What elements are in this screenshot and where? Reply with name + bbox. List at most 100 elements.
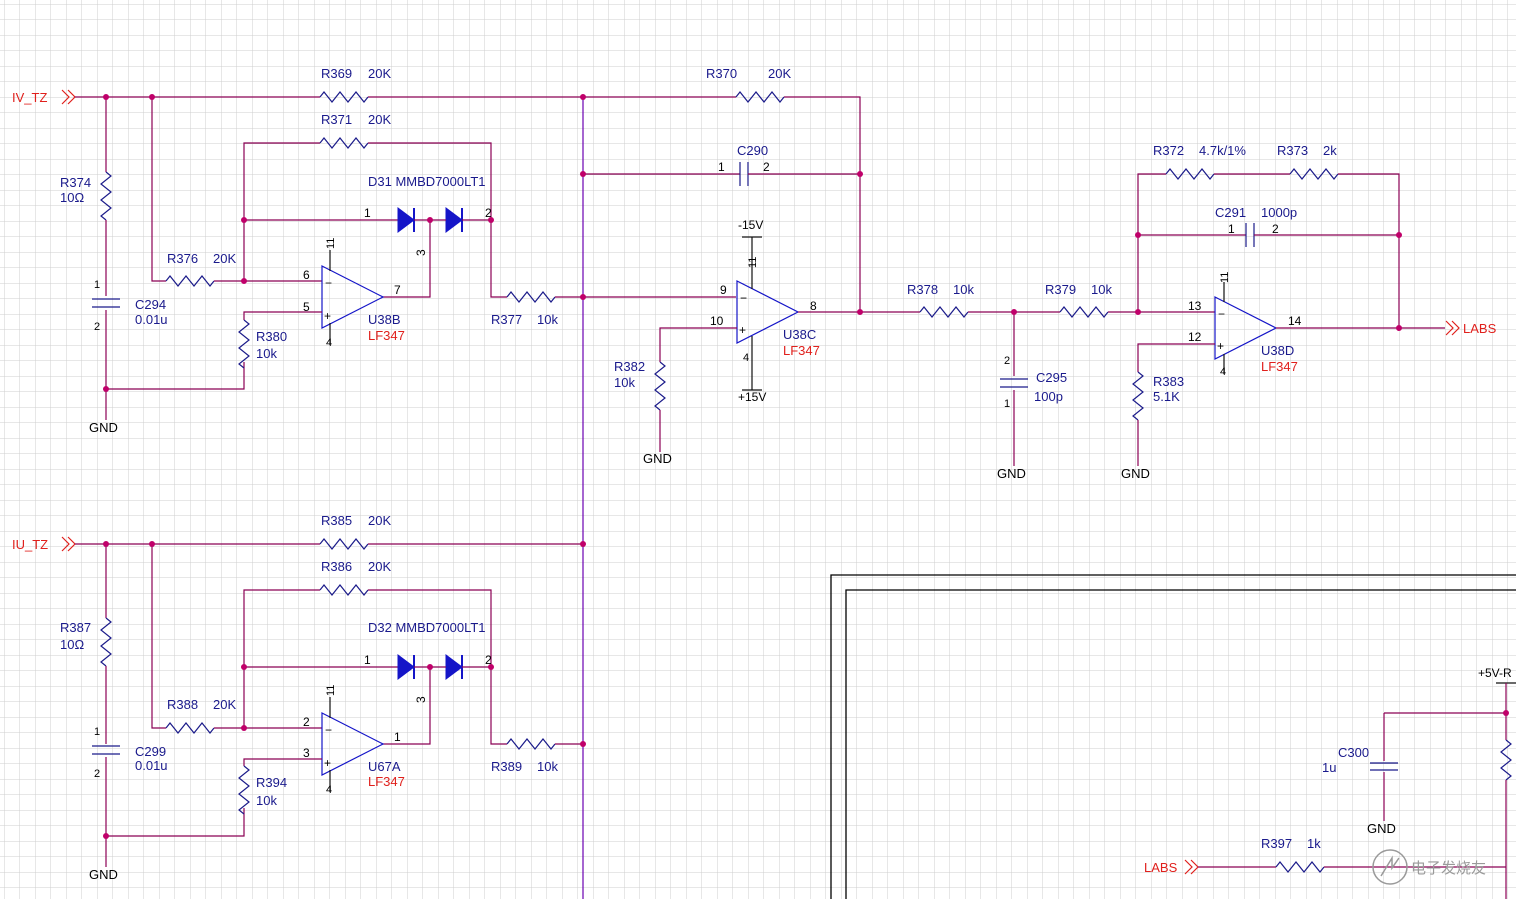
svg-text:R369: R369 [321,66,352,81]
svg-text:0.01u: 0.01u [135,758,168,773]
gnd-label: GND [1121,466,1150,481]
svg-text:9: 9 [720,283,727,297]
svg-text:R376: R376 [167,251,198,266]
gnd-label: GND [997,466,1026,481]
svg-text:2k: 2k [1323,143,1337,158]
svg-text:R385: R385 [321,513,352,528]
svg-text:20K: 20K [368,112,391,127]
svg-text:R379: R379 [1045,282,1076,297]
svg-text:LABS: LABS [1463,321,1497,336]
svg-text:6: 6 [303,268,310,282]
gnd-label: GND [89,867,118,882]
svg-text:4: 4 [1220,366,1226,378]
svg-text:LF347: LF347 [1261,359,1298,374]
svg-text:R383: R383 [1153,374,1184,389]
svg-text:+: + [1217,339,1224,353]
svg-text:C295: C295 [1036,370,1067,385]
svg-text:+: + [324,756,331,770]
svg-text:D32 MMBD7000LT1: D32 MMBD7000LT1 [368,620,486,635]
svg-text:4: 4 [326,784,332,796]
svg-text:2: 2 [763,160,770,174]
svg-text:R371: R371 [321,112,352,127]
svg-text:1: 1 [1228,222,1235,236]
svg-text:10k: 10k [256,793,277,808]
svg-text:C299: C299 [135,744,166,759]
svg-text:2: 2 [94,321,100,333]
svg-text:−: − [740,291,747,305]
svg-text:20K: 20K [368,513,391,528]
svg-text:10k: 10k [1091,282,1112,297]
svg-text:U38B: U38B [368,312,401,327]
svg-text:R387: R387 [60,620,91,635]
svg-text:1: 1 [1004,398,1010,410]
svg-text:LF347: LF347 [368,774,405,789]
svg-text:11: 11 [325,685,337,696]
svg-text:3: 3 [303,746,310,760]
svg-text:0.01u: 0.01u [135,312,168,327]
svg-text:R370: R370 [706,66,737,81]
svg-text:LF347: LF347 [368,328,405,343]
svg-text:+: + [324,309,331,323]
svg-text:C294: C294 [135,297,166,312]
svg-text:10k: 10k [256,346,277,361]
svg-text:4: 4 [326,337,332,349]
svg-text:11: 11 [1219,272,1231,283]
gnd-label: GND [1367,821,1396,836]
svg-text:10k: 10k [614,375,635,390]
supply-pos15: +15V [738,389,766,404]
svg-text:20K: 20K [213,251,236,266]
svg-text:10Ω: 10Ω [60,190,84,205]
svg-text:5.1K: 5.1K [1153,389,1180,404]
svg-text:10k: 10k [537,759,558,774]
svg-text:7: 7 [394,283,401,297]
svg-text:2: 2 [303,715,310,729]
svg-text:−: − [1218,307,1225,321]
grid-background [0,0,1516,899]
svg-text:R372: R372 [1153,143,1184,158]
svg-text:D31 MMBD7000LT1: D31 MMBD7000LT1 [368,174,486,189]
svg-text:2: 2 [1272,222,1279,236]
svg-text:2: 2 [1004,355,1010,367]
svg-text:13: 13 [1188,299,1202,313]
svg-text:1u: 1u [1322,760,1336,775]
svg-text:20K: 20K [213,697,236,712]
svg-text:1: 1 [94,726,100,738]
svg-text:IV_TZ: IV_TZ [12,90,47,105]
svg-text:1000p: 1000p [1261,205,1297,220]
svg-text:R382: R382 [614,359,645,374]
svg-text:R373: R373 [1277,143,1308,158]
svg-text:8: 8 [810,299,817,313]
svg-text:−: − [325,276,332,290]
svg-text:10: 10 [710,314,724,328]
svg-text:IU_TZ: IU_TZ [12,537,48,552]
svg-text:C300: C300 [1338,745,1369,760]
svg-text:10k: 10k [537,312,558,327]
svg-text:+15V: +15V [738,390,766,404]
svg-text:+: + [739,323,746,337]
svg-text:R394: R394 [256,775,287,790]
svg-text:20K: 20K [368,66,391,81]
svg-text:C290: C290 [737,143,768,158]
svg-text:R388: R388 [167,697,198,712]
gnd-label: GND [643,451,672,466]
svg-text:U38C: U38C [783,327,816,342]
svg-text:−: − [325,723,332,737]
svg-text:R389: R389 [491,759,522,774]
schematic-canvas: IV_TZ R369 20K R370 20K R374 10Ω 1 2 C29… [0,0,1516,899]
svg-text:1: 1 [364,206,371,220]
svg-text:R397: R397 [1261,836,1292,851]
svg-text:-15V: -15V [738,218,763,232]
svg-text:1: 1 [394,730,401,744]
svg-text:1: 1 [364,653,371,667]
svg-text:11: 11 [747,257,759,268]
svg-text:10Ω: 10Ω [60,637,84,652]
svg-text:3: 3 [414,249,428,256]
svg-text:R386: R386 [321,559,352,574]
svg-text:U67A: U67A [368,759,401,774]
svg-text:4: 4 [743,352,749,364]
svg-text:U38D: U38D [1261,343,1294,358]
gnd-label: GND [89,420,118,435]
svg-text:1: 1 [94,279,100,291]
svg-text:1: 1 [718,160,725,174]
svg-text:1k: 1k [1307,836,1321,851]
